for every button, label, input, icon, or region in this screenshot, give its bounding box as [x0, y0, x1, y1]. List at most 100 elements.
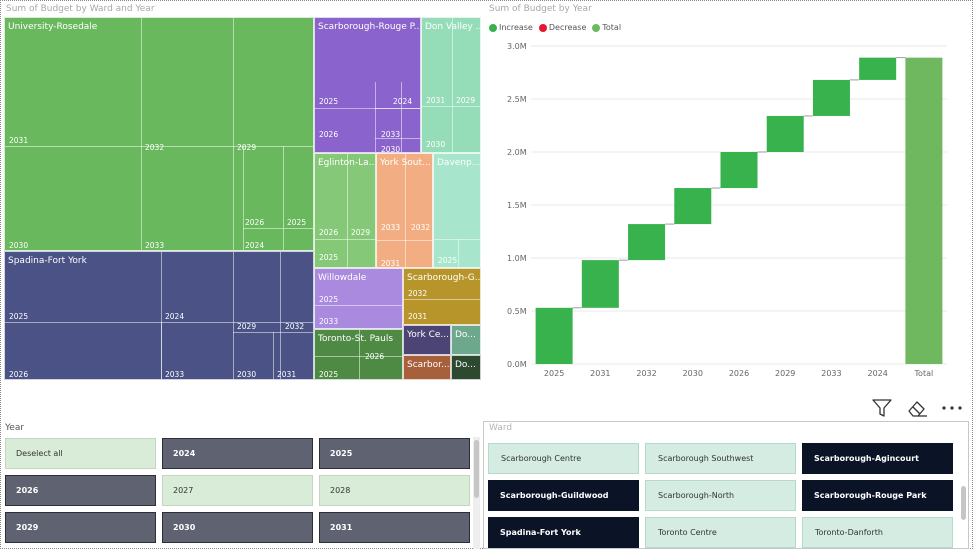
ward-option-scarborough-guildwood[interactable]: Scarborough-Guildwood	[488, 480, 639, 511]
treemap-ward-label: University-Rosedale	[8, 22, 98, 32]
treemap-ward-label: Do...	[455, 360, 476, 370]
x-tick-label: 2030	[683, 369, 703, 378]
waterfall-chart[interactable]: 0.0M 0.5M 1.0M 1.5M 2.0M 2.5M 3.0M 2025 2031 2032…	[485, 38, 953, 383]
treemap-block[interactable]: Don Valley ... 2031 2029 2030	[421, 17, 481, 153]
year-option-2028[interactable]: 2028	[319, 475, 470, 506]
treemap-divider	[233, 18, 234, 250]
ward-option-toronto-centre[interactable]: Toronto Centre	[645, 517, 796, 548]
treemap-ward-label: Spadina-Fort York	[8, 256, 87, 266]
x-tick-label: 2031	[590, 369, 610, 378]
y-tick-label: 3.0M	[507, 42, 527, 51]
year-option-2027[interactable]: 2027	[162, 475, 313, 506]
treemap-divider	[280, 252, 281, 379]
treemap-ward-label: Willowdale	[318, 273, 367, 283]
treemap-block[interactable]: York Sout... 2033 2032 2031	[376, 153, 433, 268]
treemap-year-label: 2024	[165, 312, 185, 321]
treemap-divider	[161, 322, 162, 379]
treemap-block[interactable]: Scarbor...	[403, 355, 451, 380]
treemap-block[interactable]: Scarborough-G... 2032 2031	[403, 268, 481, 325]
legend-item-decrease[interactable]: Decrease	[538, 23, 587, 32]
legend-label-total: Total	[602, 23, 622, 32]
treemap-block[interactable]: Do...	[451, 355, 481, 380]
y-tick-label: 2.0M	[507, 148, 527, 157]
ward-option-scarborough-centre[interactable]: Scarborough Centre	[488, 443, 639, 474]
y-tick-label: 2.5M	[507, 95, 527, 104]
year-option-2029[interactable]: 2029	[5, 512, 156, 543]
treemap-year-label: 2033	[381, 223, 401, 232]
treemap-ward-label: York Ce...	[407, 330, 449, 340]
legend-label-decrease: Decrease	[548, 23, 587, 32]
ward-option-toronto-danforth[interactable]: Toronto-Danforth	[802, 517, 953, 548]
treemap-block[interactable]: Eglinton-La...2026202920252031	[314, 153, 376, 268]
waterfall-bar[interactable]	[859, 57, 897, 80]
treemap-year-label: 2029	[237, 143, 257, 152]
legend-dot-decrease	[538, 23, 547, 32]
waterfall-bar[interactable]	[535, 307, 573, 364]
year-slicer-scroll-thumb[interactable]	[474, 440, 479, 498]
more-options-icon[interactable]	[940, 402, 964, 414]
filter-icon[interactable]	[871, 398, 893, 418]
treemap-year-label: 2030	[237, 370, 257, 379]
ward-slicer-scrollbar[interactable]	[961, 486, 966, 520]
treemap-year-label: 2025	[287, 218, 307, 227]
treemap-block[interactable]: Toronto-St. Pauls 2026 2025	[314, 329, 403, 380]
treemap-year-label: 2025	[319, 97, 339, 106]
ward-option-scarborough-southwest[interactable]: Scarborough Southwest	[645, 443, 796, 474]
treemap-block[interactable]: University-Rosedale 2031 2032 2029 2030 2033 2…	[4, 17, 314, 251]
treemap-year-label: 2024	[393, 97, 413, 106]
year-slicer-scrollbar[interactable]	[473, 437, 480, 549]
report-canvas: Sum of Budget by Ward and Year Universit…	[0, 0, 973, 549]
treemap-visual[interactable]: University-Rosedale 2031 2032 2029 2030 2033 2…	[4, 17, 481, 380]
waterfall-bar[interactable]	[766, 115, 804, 152]
treemap-divider	[5, 322, 313, 323]
waterfall-bar[interactable]	[905, 57, 943, 364]
treemap-block[interactable]: Do...	[451, 325, 481, 355]
treemap-divider	[233, 252, 234, 379]
legend-item-total[interactable]: Total	[592, 23, 621, 32]
ward-option-spadina-fort-york[interactable]: Spadina-Fort York	[488, 517, 639, 548]
year-slicer-title: Year	[5, 423, 25, 433]
treemap-year-label: 2030	[9, 241, 29, 250]
waterfall-legend: Increase Decrease Total	[489, 23, 621, 32]
treemap-divider	[422, 106, 480, 107]
treemap-block[interactable]: Davenp...202520242026	[433, 153, 481, 268]
x-tick-label: 2033	[821, 369, 841, 378]
ward-option-scarborough-north[interactable]: Scarborough-North	[645, 480, 796, 511]
treemap-divider	[404, 299, 480, 300]
treemap-ward-label: Scarborough-Rouge P...	[318, 22, 421, 32]
ward-slicer: Ward Scarborough Centre Scarborough South…	[483, 421, 969, 549]
treemap-block[interactable]: Scarborough-Rouge P... 2025 2024 2026 2033 20…	[314, 17, 421, 153]
year-option-2026[interactable]: 2026	[5, 475, 156, 506]
treemap-block[interactable]: Willowdale 2025 2033	[314, 268, 403, 329]
treemap-ward-label: Eglinton-La...	[318, 158, 376, 168]
treemap-year-label: 2033	[381, 130, 401, 139]
year-option-2030[interactable]: 2030	[162, 512, 313, 543]
waterfall-bar[interactable]	[674, 188, 712, 225]
year-option-2025[interactable]: 2025	[319, 438, 470, 469]
waterfall-bar[interactable]	[720, 152, 758, 189]
treemap-year-label: 2032	[408, 289, 428, 298]
treemap-block[interactable]: York Ce...	[403, 325, 451, 355]
year-option-2024[interactable]: 2024	[162, 438, 313, 469]
treemap-divider	[273, 332, 274, 379]
x-tick-label: Total	[914, 369, 934, 378]
waterfall-bar[interactable]	[581, 260, 619, 308]
treemap-year-label: 2031	[426, 96, 446, 105]
treemap-block[interactable]: Spadina-Fort York 2025 2024 2029 2032 2026 203…	[4, 251, 314, 380]
x-tick-label: 2032	[636, 369, 656, 378]
ward-option-scarborough-rouge-park[interactable]: Scarborough-Rouge Park	[802, 480, 953, 511]
treemap-ward-label: Scarborough-G...	[407, 273, 481, 283]
eraser-icon[interactable]	[905, 398, 929, 418]
legend-dot-total	[592, 23, 601, 32]
year-option-deselect-all[interactable]: Deselect all	[5, 438, 156, 469]
waterfall-bar[interactable]	[628, 224, 666, 261]
treemap-ward-label: Scarbor...	[407, 360, 450, 370]
treemap-year-label: 2032	[145, 143, 165, 152]
treemap-divider	[141, 18, 142, 250]
ward-option-scarborough-agincourt[interactable]: Scarborough-Agincourt	[802, 443, 953, 474]
legend-item-increase[interactable]: Increase	[489, 23, 533, 32]
year-option-2031[interactable]: 2031	[319, 512, 470, 543]
waterfall-bar[interactable]	[812, 79, 850, 116]
treemap-divider	[401, 82, 402, 152]
treemap-year-label: 2031	[381, 259, 401, 268]
